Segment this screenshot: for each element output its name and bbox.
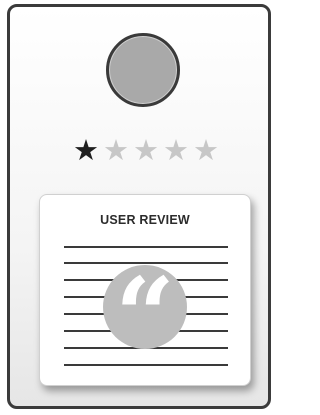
star-filled-icon: ★ [73, 133, 99, 167]
star-empty-icon: ★ [193, 133, 219, 167]
avatar [106, 33, 180, 107]
star-empty-icon: ★ [163, 133, 189, 167]
star-empty-icon: ★ [133, 133, 159, 167]
review-box: USER REVIEW “ [39, 194, 251, 386]
star-rating: ★ ★ ★ ★ ★ [72, 135, 222, 165]
review-lines: “ [64, 246, 228, 377]
profile-card: ★ ★ ★ ★ ★ USER REVIEW “ [7, 4, 271, 409]
star-empty-icon: ★ [103, 133, 129, 167]
quote-icon: “ [115, 254, 175, 377]
